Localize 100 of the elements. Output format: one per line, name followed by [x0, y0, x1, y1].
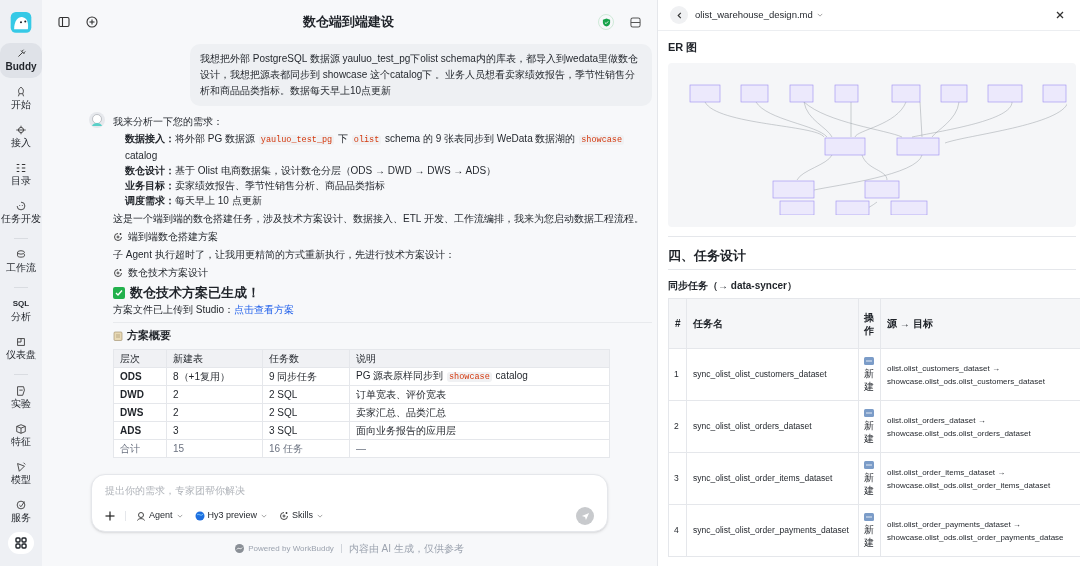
table-cell: —: [349, 439, 610, 458]
reply-paragraph: 这是一个端到端的数仓搭建任务，涉及技术方案设计、数据接入、ETL 开发、工作流编排，我来为您启动数据工程流程。: [113, 212, 645, 226]
wand-icon: [15, 47, 27, 60]
skill-icon: [113, 231, 123, 242]
mode-dropdown[interactable]: Skills: [279, 509, 324, 523]
mode-dropdown[interactable]: Agent: [136, 509, 183, 523]
sidebar-item[interactable]: 任务开发: [0, 194, 42, 230]
new-badge-icon: [864, 460, 874, 469]
table-cell-text: olist.olist_order_items_dataset →: [887, 466, 1007, 479]
column-header: 操作: [858, 298, 881, 349]
view-plan-link[interactable]: 点击查看方案: [234, 302, 295, 317]
table-cell: sync_olist_olist_orders_dataset: [686, 400, 859, 453]
upload-note: 方案文件已上传到 Studio：: [113, 303, 235, 317]
workbuddy-logo-icon: [235, 544, 245, 553]
globe-icon: [194, 511, 205, 521]
notepad-icon: [113, 330, 123, 341]
new-badge-icon: [864, 356, 874, 365]
file-name-dropdown[interactable]: olist_warehouse_design.md: [695, 7, 813, 23]
table-cell-text: showcase.olist_ods.olist_customers_dataset: [887, 375, 1046, 388]
sidebar-item[interactable]: 实验: [0, 379, 42, 415]
check-icon: [113, 287, 125, 299]
table-cell: 新建: [864, 470, 874, 497]
powered-by-text: Powered by WorkBuddy: [248, 542, 334, 555]
table-cell: 16 任务: [262, 439, 350, 458]
table-cell: DWD: [113, 385, 167, 404]
table-cell-text: olist.olist_order_payments_dataset →: [887, 518, 1022, 531]
column-header: 任务名: [686, 298, 859, 349]
table-cell: 3: [166, 421, 263, 440]
table-cell: PG 源表原样同步到 showcase catalog: [349, 367, 610, 386]
table-cell: 订单宽表、评价宽表: [349, 385, 610, 404]
subsection-heading: 同步任务（→ data-syncer）: [668, 279, 798, 293]
table-cell: 合计: [113, 439, 167, 458]
shield-icon: [601, 17, 611, 27]
mode-dropdown[interactable]: Hy3 preview: [194, 509, 268, 523]
assistant-avatar-icon: [89, 112, 105, 128]
sidebar-item[interactable]: 仪表盘: [0, 330, 42, 366]
database-icon: [15, 248, 27, 261]
message-input-field[interactable]: 提出你的需求，专家团帮你解决: [105, 483, 594, 498]
sidebar-item[interactable]: Buddy: [0, 42, 42, 78]
table-cell: 2: [166, 385, 263, 404]
chat-title: 数仓端到端建设: [302, 13, 394, 32]
dashboard-icon: [15, 335, 27, 348]
new-badge-icon: [864, 512, 874, 521]
sidebar-item[interactable]: 模型: [0, 455, 42, 491]
new-chat-icon[interactable]: [86, 16, 98, 28]
table-cell: DWS: [113, 403, 167, 422]
skill-icon: [113, 267, 123, 278]
table-cell: 3 SQL: [262, 421, 350, 440]
column-header: #: [668, 298, 687, 349]
chat-input[interactable]: 提出你的需求，专家团帮你解决 Agent Hy3 preview Skills: [91, 474, 608, 532]
table-cell-text: olist.olist_orders_dataset →: [887, 414, 987, 427]
agent-icon: [136, 511, 146, 521]
table-cell-text: showcase.olist_ods.olist_orders_dataset: [887, 427, 1032, 440]
table-cell: 新建: [864, 522, 874, 549]
table-cell: 3: [668, 452, 687, 505]
summary-heading: 方案概要: [127, 328, 171, 343]
cube-icon: [15, 422, 27, 435]
sidebar-item[interactable]: 接入: [0, 118, 42, 154]
section-heading: ER 图: [668, 40, 699, 55]
table-cell: 2 SQL: [262, 403, 350, 422]
requirement-item: 业务目标：卖家绩效报告、季节性销售分析、商品品类指标: [125, 179, 386, 193]
check-circle-icon: [15, 498, 27, 511]
table-cell: 新建: [864, 366, 874, 393]
table-cell: 2: [668, 400, 687, 453]
tool-step[interactable]: 端到端数仓搭建方案: [128, 229, 218, 244]
table-cell: sync_olist_olist_order_payments_dataset: [686, 504, 859, 557]
chevron-down-icon: [261, 513, 268, 519]
sidebar-item[interactable]: 特征: [0, 417, 42, 453]
sidebar-item[interactable]: 开始: [0, 80, 42, 116]
column-header: 说明: [349, 349, 610, 368]
requirement-item: 数仓设计：基于 Olist 电商数据集，设计数仓分层（ODS → DWD → DWS → ADS）: [125, 164, 498, 178]
table-cell-text: showcase.olist_ods.olist_order_items_dataset: [887, 479, 1052, 492]
user-message: 我想把外部 PostgreSQL 数据源 yauluo_test_pg下olist schema内的库表，都导入到wedata里做数仓设计，我想把源表都同步到 showcase 这个catalog下 。业务人员想看卖家绩效报告，季节性销售分析和商品品类指标。数据每天早上10点更新: [190, 44, 652, 106]
tool-step[interactable]: 数仓技术方案设计: [128, 265, 208, 280]
layout-icon[interactable]: [630, 16, 641, 28]
chevron-down-icon: [317, 513, 324, 519]
table-cell: 2: [166, 403, 263, 422]
add-icon[interactable]: [105, 511, 115, 521]
sidebar-item[interactable]: 工作流: [0, 243, 42, 279]
column-header: 任务数: [262, 349, 350, 368]
table-cell: ODS: [113, 367, 167, 386]
apps-grid-button[interactable]: [8, 531, 34, 554]
skill-icon: [279, 511, 290, 521]
table-cell: 新建: [864, 418, 874, 445]
sidebar-toggle-icon[interactable]: [58, 16, 70, 28]
sidebar-item[interactable]: 目录: [0, 156, 42, 192]
list-icon: [15, 161, 27, 174]
send-icon: [580, 511, 590, 521]
table-cell: 面向业务报告的应用层: [349, 421, 610, 440]
close-icon[interactable]: [1056, 11, 1064, 19]
reply-paragraph: 子 Agent 执行超时了，让我用更精简的方式重新执行，先进行技术方案设计：: [113, 248, 456, 262]
grid-icon: [15, 536, 27, 549]
column-header: 层次: [113, 349, 167, 368]
table-cell: 9 同步任务: [262, 367, 350, 386]
back-button[interactable]: [670, 6, 688, 24]
sidebar-item[interactable]: 服务: [0, 493, 42, 529]
requirement-item: 数据接入：将外部 PG 数据源 yauluo_test_pg 下 olist schema 的 9 张表同步到 WeData 数据湖的 showcase catalog: [125, 132, 626, 163]
table-cell-text: olist.olist_customers_dataset →: [887, 362, 1001, 375]
reply-intro: 我来分析一下您的需求：: [113, 115, 224, 129]
sidebar-item[interactable]: SQL 分析: [0, 292, 42, 328]
